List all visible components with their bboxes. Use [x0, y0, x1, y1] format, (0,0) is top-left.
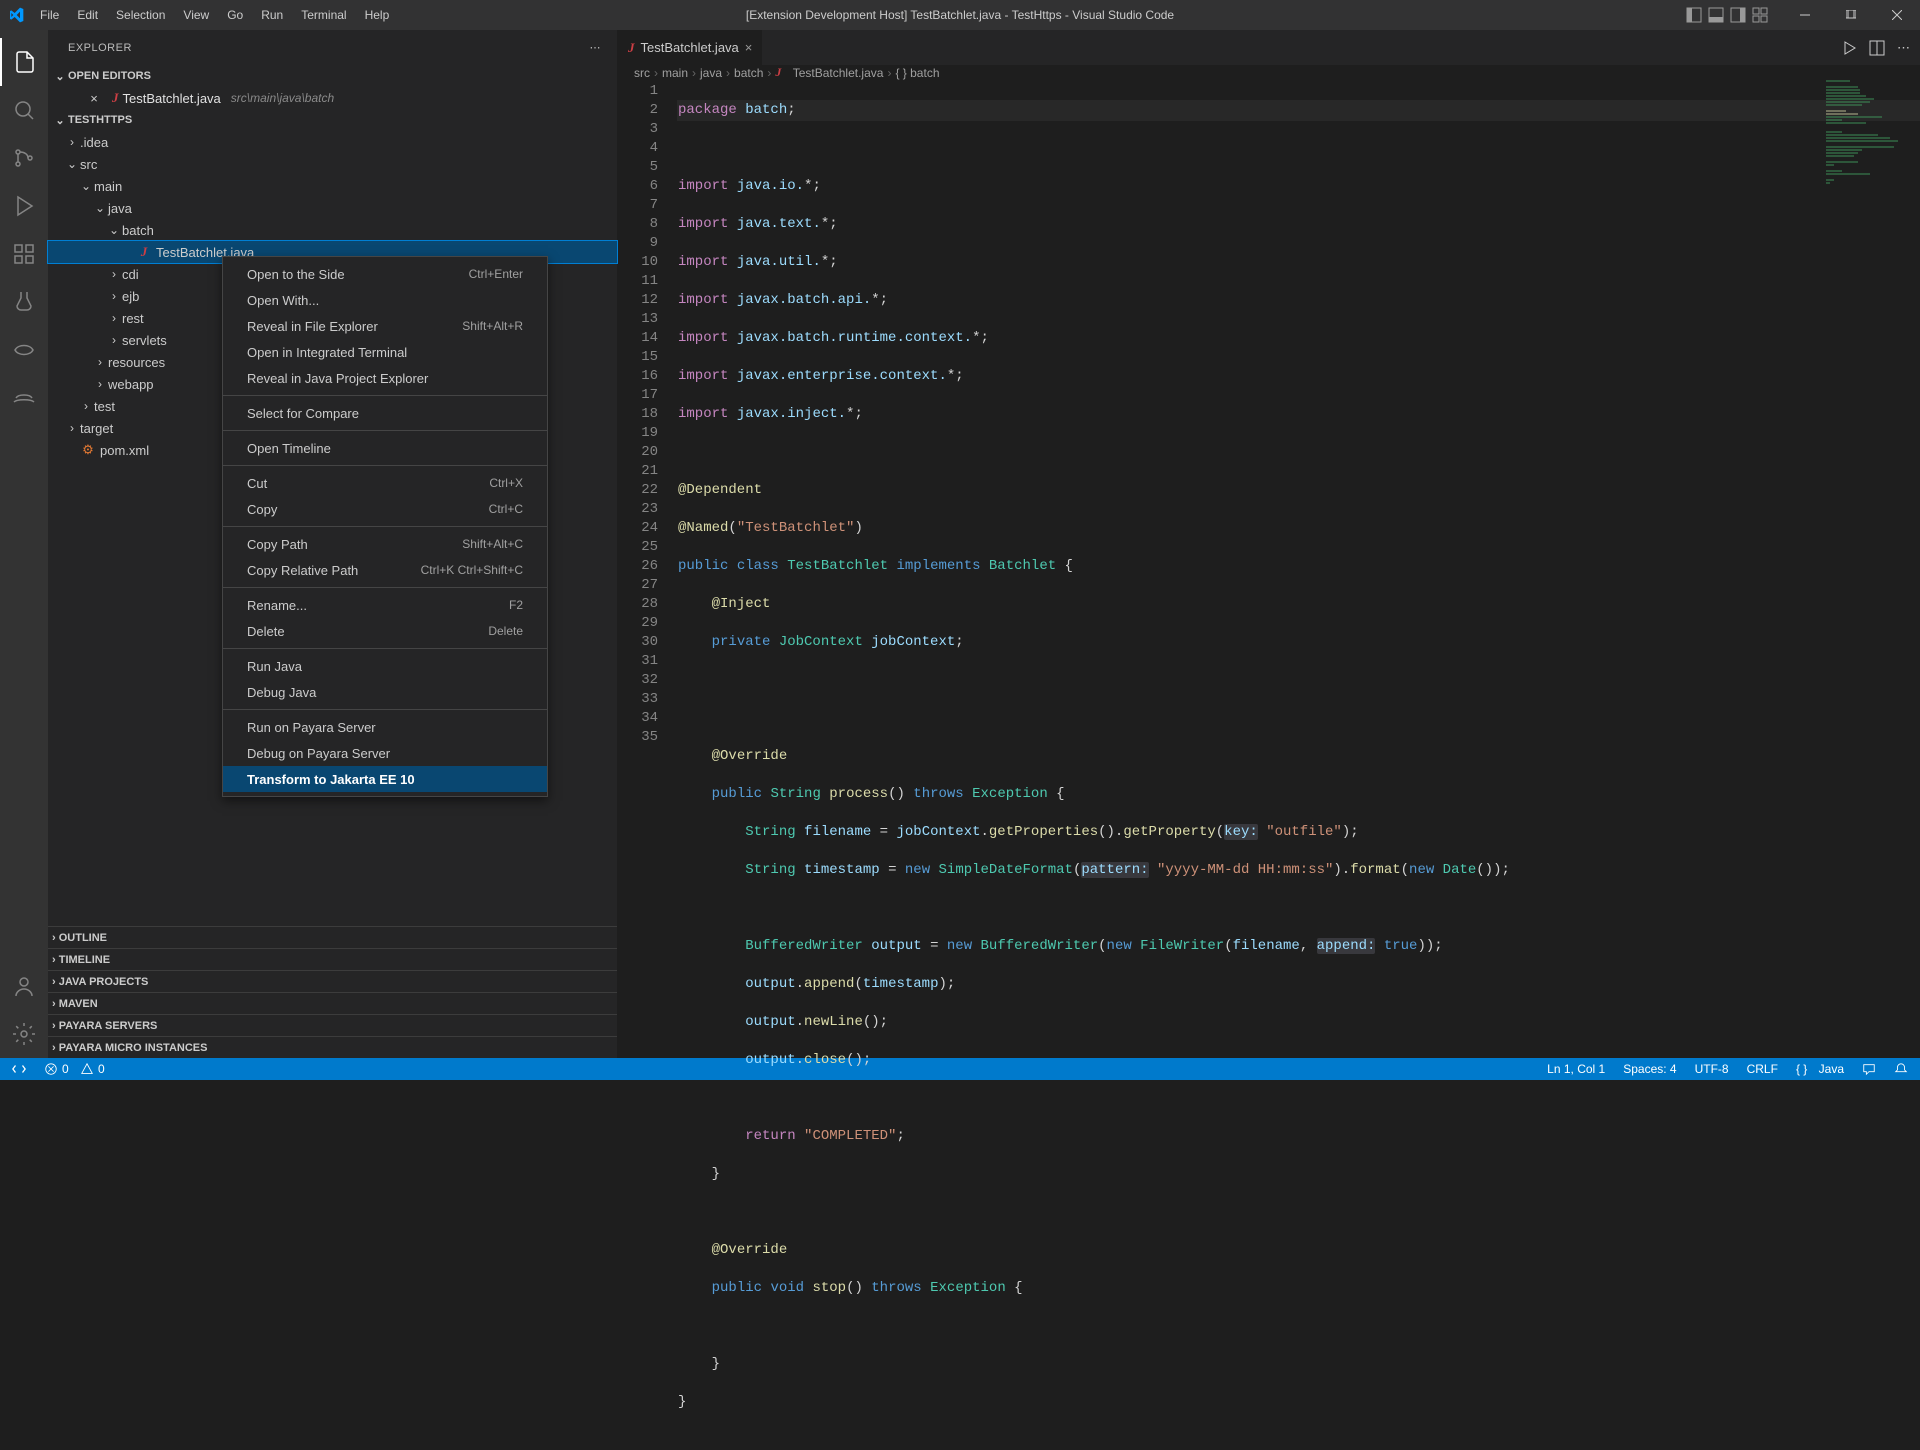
menu-file[interactable]: File — [32, 4, 67, 26]
cm-run-payara[interactable]: Run on Payara Server — [223, 714, 547, 740]
cm-copy-path[interactable]: Copy PathShift+Alt+C — [223, 531, 547, 557]
menu-terminal[interactable]: Terminal — [293, 4, 354, 26]
sb-remote[interactable] — [8, 1062, 30, 1076]
tree-folder-java[interactable]: ⌄java — [48, 197, 617, 219]
menu-view[interactable]: View — [175, 4, 217, 26]
activity-extensions[interactable] — [0, 230, 48, 278]
section-payara-micro[interactable]: › PAYARA MICRO INSTANCES — [48, 1036, 617, 1058]
open-editor-item[interactable]: × J TestBatchlet.java src\main\java\batc… — [48, 87, 617, 109]
cm-reveal-explorer[interactable]: Reveal in File ExplorerShift+Alt+R — [223, 313, 547, 339]
close-tab-icon[interactable]: × — [745, 40, 753, 55]
editor-tabs: J TestBatchlet.java × ⋯ — [618, 30, 1920, 65]
menu-help[interactable]: Help — [357, 4, 398, 26]
activity-settings[interactable] — [0, 1010, 48, 1058]
more-actions-icon[interactable]: ⋯ — [1897, 40, 1910, 56]
cm-select-compare[interactable]: Select for Compare — [223, 400, 547, 426]
split-editor-icon[interactable] — [1869, 40, 1885, 56]
section-open-editors[interactable]: ⌄ OPEN EDITORS — [48, 65, 617, 87]
cm-open-timeline[interactable]: Open Timeline — [223, 435, 547, 461]
menu-run[interactable]: Run — [253, 4, 291, 26]
cm-debug-java[interactable]: Debug Java — [223, 679, 547, 705]
open-editor-path: src\main\java\batch — [231, 91, 334, 105]
java-file-icon: J — [112, 90, 119, 106]
code-content[interactable]: package batch; import java.io.*; import … — [678, 80, 1920, 1450]
menu-edit[interactable]: Edit — [69, 4, 106, 26]
cm-rename[interactable]: Rename...F2 — [223, 592, 547, 618]
layout-custom-icon[interactable] — [1752, 7, 1768, 23]
minimize-button[interactable] — [1782, 0, 1828, 30]
cm-debug-payara[interactable]: Debug on Payara Server — [223, 740, 547, 766]
open-editor-name: TestBatchlet.java — [123, 91, 221, 106]
tree-folder-main[interactable]: ⌄main — [48, 175, 617, 197]
layout-bottom-icon[interactable] — [1708, 7, 1724, 23]
cm-transform-jakarta[interactable]: Transform to Jakarta EE 10 — [223, 766, 547, 792]
activity-source-control[interactable] — [0, 134, 48, 182]
line-numbers: 1234567891011121314151617181920212223242… — [618, 80, 678, 1450]
section-timeline[interactable]: › TIMELINE — [48, 948, 617, 970]
cm-open-terminal[interactable]: Open in Integrated Terminal — [223, 339, 547, 365]
layout-secondary-icon[interactable] — [1730, 7, 1746, 23]
chevron-down-icon: ⌄ — [52, 70, 68, 83]
tree-folder-src[interactable]: ⌄src — [48, 153, 617, 175]
chevron-down-icon: ⌄ — [52, 114, 68, 127]
context-menu: Open to the SideCtrl+Enter Open With... … — [222, 256, 548, 797]
close-button[interactable] — [1874, 0, 1920, 30]
activity-bar — [0, 30, 48, 1058]
section-maven[interactable]: › MAVEN — [48, 992, 617, 1014]
sidebar-title: EXPLORER — [68, 42, 132, 54]
java-file-icon: J — [775, 65, 781, 80]
cm-copy[interactable]: CopyCtrl+C — [223, 496, 547, 522]
cm-cut[interactable]: CutCtrl+X — [223, 470, 547, 496]
activity-accounts[interactable] — [0, 962, 48, 1010]
section-java-projects[interactable]: › JAVA PROJECTS — [48, 970, 617, 992]
vscode-logo-icon — [8, 7, 24, 23]
activity-run-debug[interactable] — [0, 182, 48, 230]
sidebar-header: EXPLORER ⋯ — [48, 30, 617, 65]
cm-copy-rel-path[interactable]: Copy Relative PathCtrl+K Ctrl+Shift+C — [223, 557, 547, 583]
activity-payara[interactable] — [0, 326, 48, 374]
sb-errors[interactable]: 0 0 — [40, 1062, 109, 1076]
titlebar: File Edit Selection View Go Run Terminal… — [0, 0, 1920, 30]
section-payara-servers[interactable]: › PAYARA SERVERS — [48, 1014, 617, 1036]
cm-open-with[interactable]: Open With... — [223, 287, 547, 313]
tab-testbatchlet[interactable]: J TestBatchlet.java × — [618, 30, 763, 65]
cm-run-java[interactable]: Run Java — [223, 653, 547, 679]
activity-explorer[interactable] — [0, 38, 48, 86]
run-icon[interactable] — [1841, 40, 1857, 56]
maximize-button[interactable] — [1828, 0, 1874, 30]
java-file-icon: J — [628, 40, 635, 56]
breadcrumbs[interactable]: src› main› java› batch› J TestBatchlet.j… — [618, 65, 1920, 80]
editor: J TestBatchlet.java × ⋯ src› main› java›… — [618, 30, 1920, 1058]
cm-reveal-java[interactable]: Reveal in Java Project Explorer — [223, 365, 547, 391]
cm-delete[interactable]: DeleteDelete — [223, 618, 547, 644]
xml-file-icon: ⚙ — [80, 442, 96, 458]
activity-testing[interactable] — [0, 278, 48, 326]
activity-search[interactable] — [0, 86, 48, 134]
section-project[interactable]: ⌄ TESTHTTPS — [48, 109, 617, 131]
code-editor[interactable]: 1234567891011121314151617181920212223242… — [618, 80, 1920, 1450]
sidebar-more-icon[interactable]: ⋯ — [590, 41, 602, 54]
java-file-icon: J — [136, 244, 152, 260]
layout-primary-icon[interactable] — [1686, 7, 1702, 23]
minimap[interactable] — [1826, 80, 1906, 280]
activity-payara-micro[interactable] — [0, 374, 48, 422]
close-editor-icon[interactable]: × — [86, 91, 102, 106]
tab-label: TestBatchlet.java — [641, 40, 739, 55]
cm-open-side[interactable]: Open to the SideCtrl+Enter — [223, 261, 547, 287]
tree-folder-batch[interactable]: ⌄batch — [48, 219, 617, 241]
section-outline[interactable]: › OUTLINE — [48, 926, 617, 948]
menu-go[interactable]: Go — [219, 4, 251, 26]
menu-bar: File Edit Selection View Go Run Terminal… — [32, 4, 397, 26]
window-title: [Extension Development Host] TestBatchle… — [746, 8, 1174, 22]
tree-folder-idea[interactable]: ›.idea — [48, 131, 617, 153]
menu-selection[interactable]: Selection — [108, 4, 173, 26]
